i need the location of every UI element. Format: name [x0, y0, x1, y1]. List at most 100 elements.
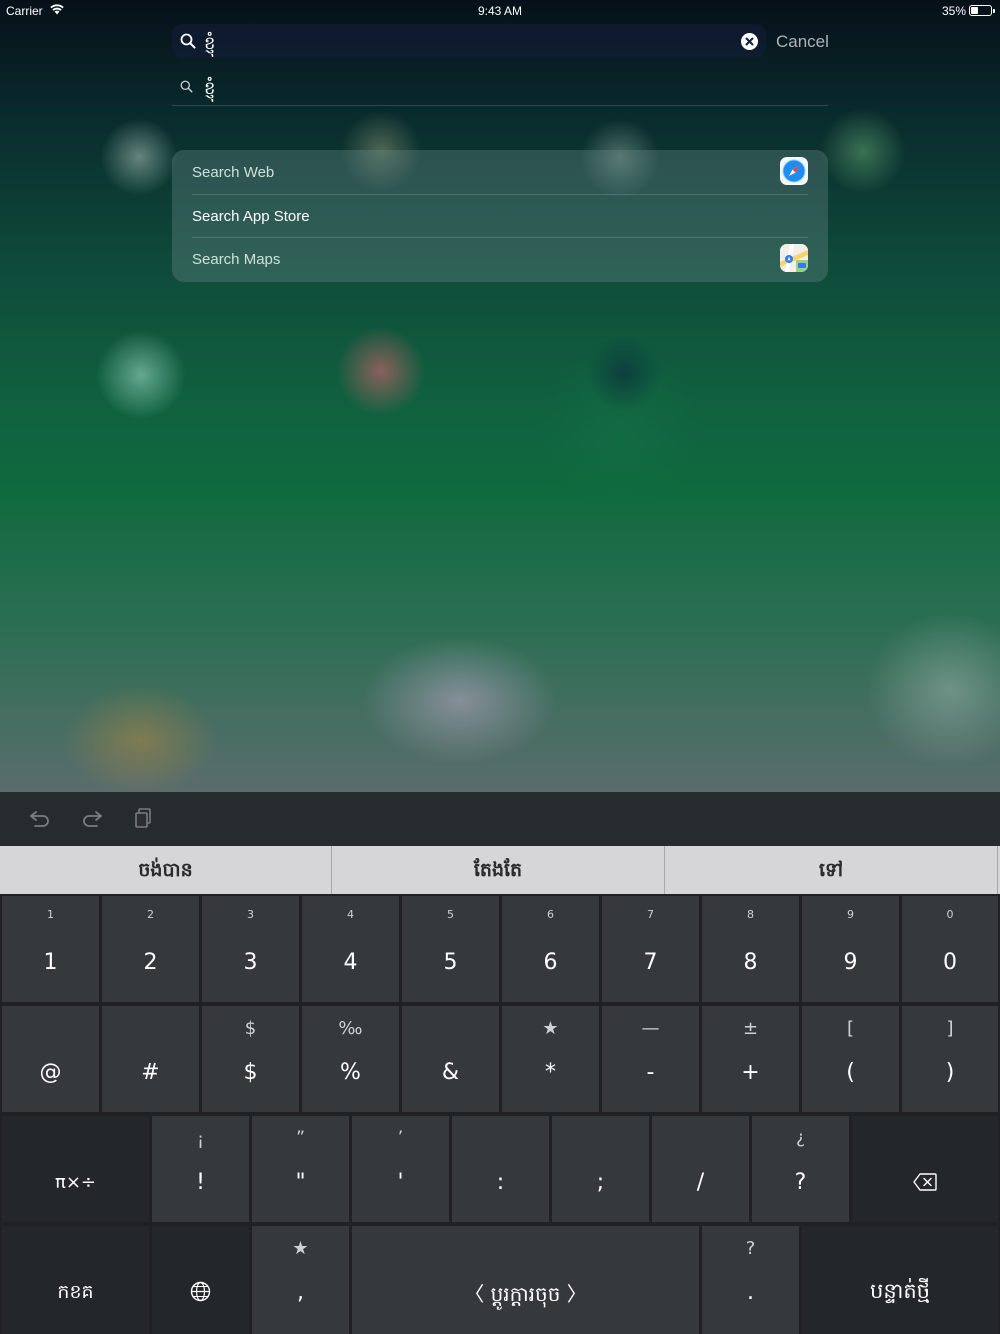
search-input[interactable]: ខ្ញុំ — [172, 24, 766, 58]
clear-icon[interactable] — [741, 33, 758, 50]
globe-key[interactable] — [152, 1226, 249, 1334]
key[interactable]: ★ * — [502, 1006, 599, 1112]
delete-icon — [913, 1173, 937, 1196]
key[interactable]: ]) — [902, 1006, 998, 1112]
key[interactable]: ?. — [702, 1226, 799, 1334]
key[interactable]: # — [102, 1006, 199, 1112]
key[interactable]: ★, — [252, 1226, 349, 1334]
key-label: 8 — [743, 950, 758, 975]
cancel-button[interactable]: Cancel — [776, 32, 829, 52]
key-label: / — [696, 1170, 705, 1195]
candidate-word[interactable]: ចង់បាន — [0, 846, 331, 894]
key-hint: ” — [296, 1128, 305, 1148]
app-icon-blur — [100, 118, 178, 196]
candidate-bar: ចង់បាន តែងតែ ទៅ — [0, 846, 1000, 894]
key[interactable]: 77 — [602, 896, 699, 1002]
key-hint: ¿ — [795, 1128, 806, 1148]
search-query: ខ្ញុំ — [204, 33, 216, 54]
key-hint: ] — [946, 1018, 954, 1039]
search-icon — [180, 80, 193, 98]
key[interactable]: 44 — [302, 896, 399, 1002]
key[interactable]: ± + — [702, 1006, 799, 1112]
key-label: * — [545, 1060, 556, 1085]
candidate-word[interactable]: តែងតែ — [332, 846, 664, 894]
key[interactable]: : — [452, 1116, 549, 1222]
key[interactable]: 55 — [402, 896, 499, 1002]
key[interactable]: ‰% — [302, 1006, 399, 1112]
key[interactable]: 33 — [202, 896, 299, 1002]
key-label: , — [297, 1280, 304, 1305]
key[interactable]: ’ ' — [352, 1116, 449, 1222]
key-hint: ± — [742, 1018, 759, 1039]
maps-icon — [780, 244, 808, 272]
key[interactable]: 11 — [2, 896, 99, 1002]
search-maps-row[interactable]: Search Maps — [172, 237, 828, 281]
key[interactable]: 66 — [502, 896, 599, 1002]
key-label: π×÷ — [54, 1172, 96, 1193]
key[interactable]: & — [402, 1006, 499, 1112]
undo-icon[interactable] — [28, 806, 52, 835]
delete-button[interactable] — [852, 1116, 998, 1222]
key-hint: [ — [846, 1018, 855, 1039]
app-icon-blur — [586, 336, 662, 412]
key-label: 4 — [343, 950, 358, 975]
key-label: . — [747, 1280, 754, 1305]
key-hint: ¡ — [197, 1130, 204, 1150]
key[interactable]: ; — [552, 1116, 649, 1222]
math-symbols-key[interactable]: π×÷ — [2, 1116, 149, 1222]
key-label: 2 — [143, 950, 158, 975]
key[interactable]: [( — [802, 1006, 899, 1112]
key[interactable]: @ — [2, 1006, 99, 1112]
keyboard: 11 22 33 44 55 66 77 88 99 00 @ # $ $ ‰% … — [0, 894, 1000, 1334]
key-hint: ’ — [397, 1128, 404, 1148]
key[interactable]: ¡! — [152, 1116, 249, 1222]
suggestion-text: ខ្ញុំ — [204, 78, 216, 99]
key-label: ' — [397, 1170, 404, 1195]
candidate-word[interactable]: ទៅ — [665, 846, 997, 894]
key[interactable]: — - — [602, 1006, 699, 1112]
key-label: : — [496, 1170, 505, 1195]
key[interactable]: / — [652, 1116, 749, 1222]
search-maps-label: Search Maps — [192, 251, 281, 268]
status-bar: Carrier 9:43 AM 35% — [0, 0, 1000, 22]
key-label: 6 — [543, 950, 558, 975]
key[interactable]: $ $ — [202, 1006, 299, 1112]
wallpaper — [0, 0, 1000, 792]
globe-icon — [190, 1281, 211, 1307]
key-hint: ★ — [292, 1238, 309, 1259]
search-web-label: Search Web — [192, 164, 275, 181]
paste-icon[interactable] — [133, 806, 155, 835]
key-hint: 3 — [247, 908, 254, 921]
key-label: 0 — [943, 950, 957, 975]
key-label: ( — [846, 1060, 855, 1085]
key-label: @ — [39, 1060, 62, 1085]
key-hint: 5 — [447, 908, 454, 921]
key[interactable]: ” " — [252, 1116, 349, 1222]
search-web-row[interactable]: Search Web — [172, 150, 828, 194]
key[interactable]: 99 — [802, 896, 899, 1002]
key-label: ! — [196, 1170, 205, 1195]
key-label: & — [441, 1060, 460, 1085]
search-results-panel: Search Web Search App Store Search Maps — [172, 150, 828, 282]
key-label: 1 — [43, 950, 58, 975]
key-label: # — [141, 1060, 160, 1085]
key-label: + — [741, 1060, 760, 1085]
app-icon-blur — [336, 326, 426, 416]
safari-icon — [780, 157, 808, 185]
search-app-store-row[interactable]: Search App Store — [172, 194, 828, 238]
key[interactable]: 22 — [102, 896, 199, 1002]
key-label: 3 — [243, 950, 258, 975]
key[interactable]: 00 — [902, 896, 998, 1002]
search-app-store-label: Search App Store — [192, 208, 310, 225]
key-hint: 1 — [47, 908, 54, 921]
abc-switch-key[interactable]: កខគ — [2, 1226, 149, 1334]
redo-icon[interactable] — [80, 806, 104, 835]
return-key[interactable]: បន្ទាត់ថ្មី — [802, 1226, 998, 1334]
search-suggestion[interactable]: ខ្ញុំ — [172, 70, 828, 106]
key[interactable]: ¿? — [752, 1116, 849, 1222]
key-label: " — [295, 1170, 306, 1195]
key-hint: ? — [745, 1238, 756, 1259]
key[interactable]: 88 — [702, 896, 799, 1002]
space-key[interactable]: 〈 ប្តូរក្តារចុច 〉 — [352, 1226, 699, 1334]
key-hint: $ — [244, 1018, 257, 1039]
